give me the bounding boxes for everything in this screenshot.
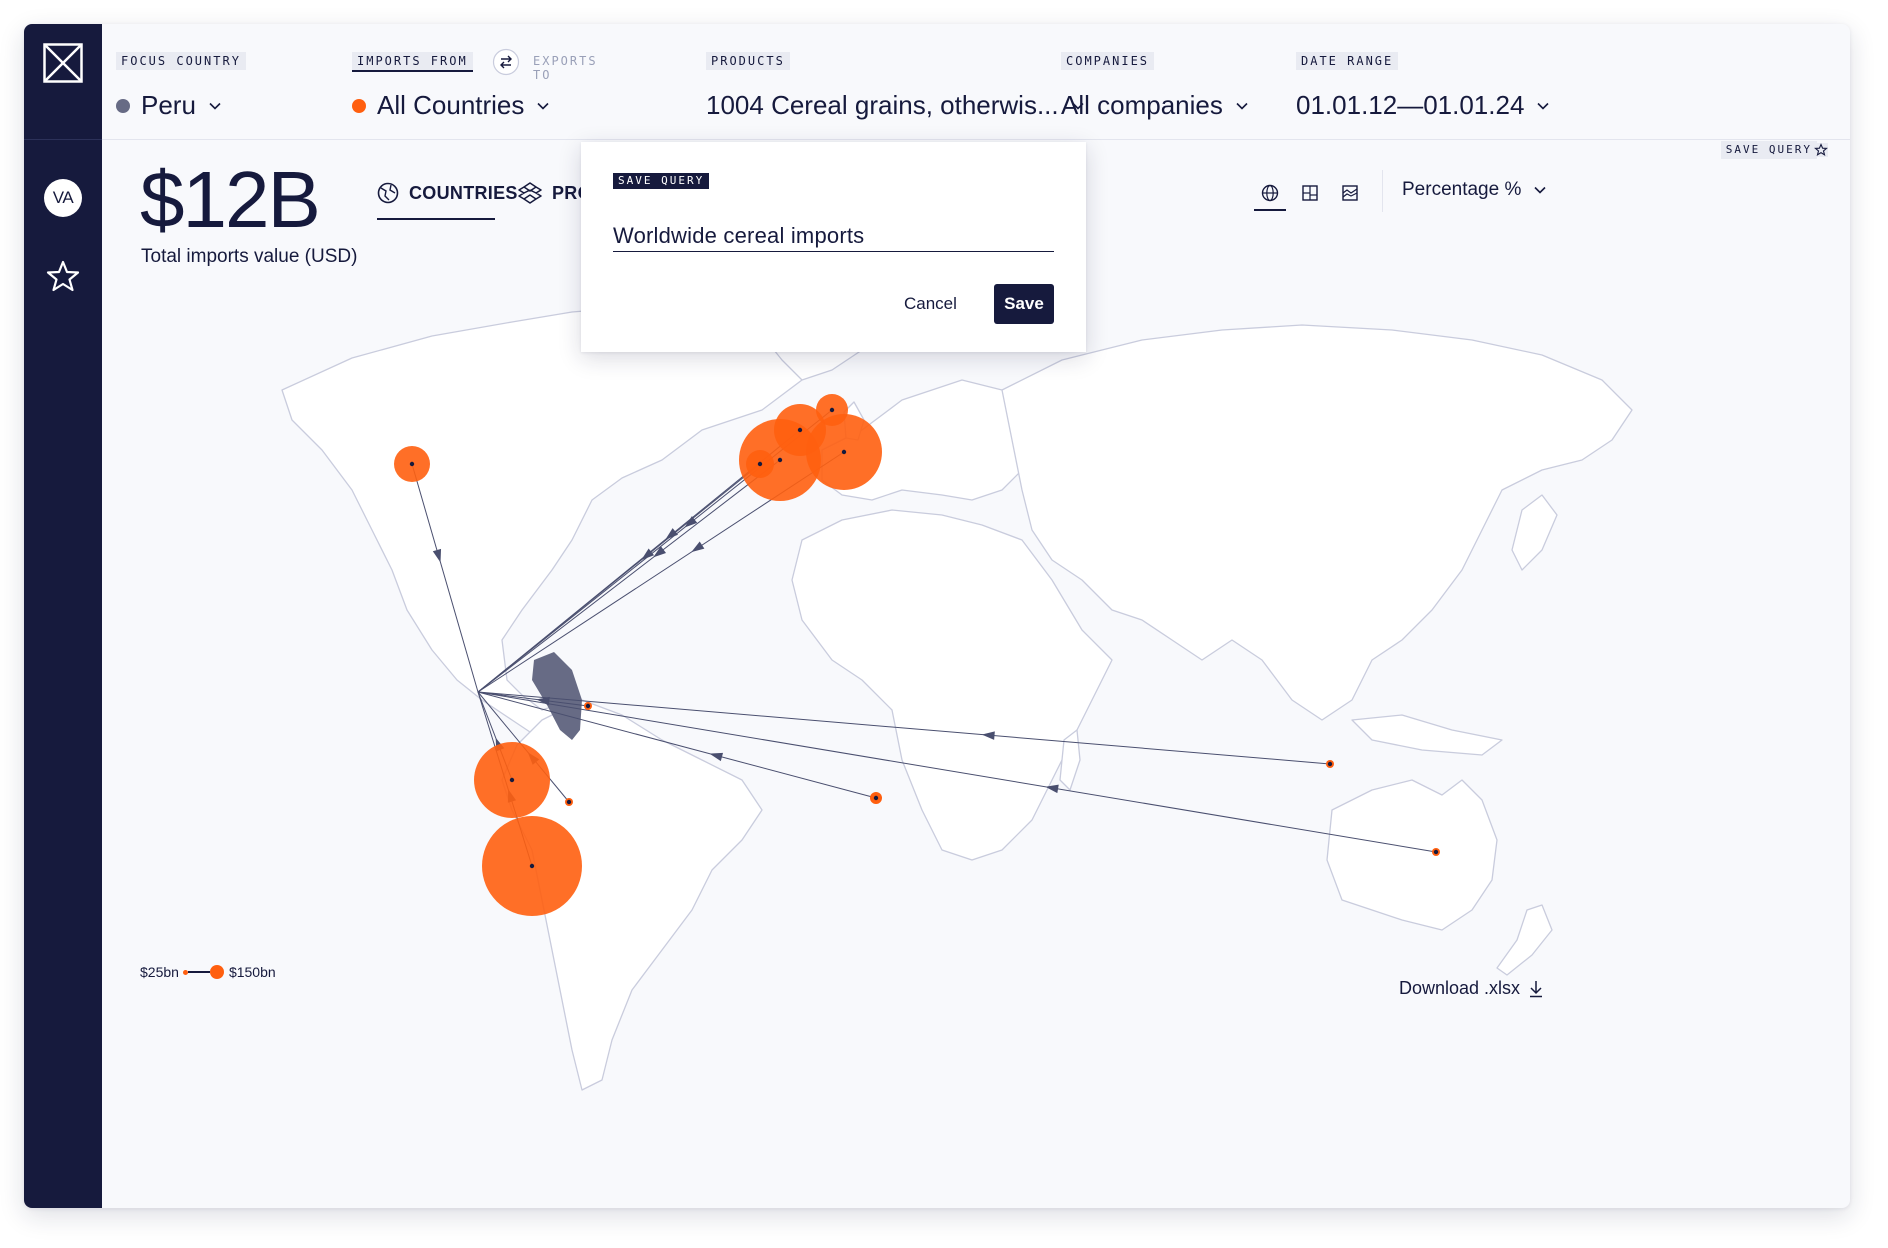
companies-value: All companies	[1061, 90, 1223, 120]
bubble-center	[1433, 849, 1439, 855]
active-view-indicator	[1254, 209, 1286, 211]
date-range-filter[interactable]: DATE RANGE 01.01.12—01.01.24	[1296, 52, 1549, 120]
chevron-down-icon	[1534, 186, 1546, 194]
area-chart-view-icon[interactable]	[1336, 179, 1364, 207]
metric-value: Percentage %	[1402, 179, 1522, 200]
imports-from-filter[interactable]: IMPORTS FROM EXPORTS TO All Countries	[352, 48, 596, 120]
save-query-label: SAVE QUERY	[1720, 141, 1817, 159]
companies-filter[interactable]: COMPANIES All companies	[1061, 52, 1248, 120]
chevron-down-icon	[1537, 102, 1549, 110]
sidebar-divider	[24, 139, 102, 140]
controls-divider	[1382, 170, 1383, 212]
products-icon	[518, 182, 542, 204]
legend-min-label: $25bn	[140, 964, 179, 980]
total-value: $12B	[140, 155, 321, 244]
swap-icon[interactable]	[492, 48, 520, 76]
date-range-value: 01.01.12—01.01.24	[1296, 90, 1525, 120]
bubble-center	[829, 407, 835, 413]
australia	[1326, 779, 1498, 931]
japan	[1511, 494, 1558, 571]
bubble-center	[841, 449, 847, 455]
sidebar: VA	[24, 24, 102, 1208]
chevron-down-icon	[1236, 102, 1248, 110]
globe-countries-icon	[377, 182, 399, 204]
download-icon	[1530, 980, 1543, 997]
products-filter[interactable]: PRODUCTS 1004 Cereal grains, otherwis...	[706, 52, 1084, 120]
metric-select[interactable]: Percentage %	[1402, 179, 1547, 201]
bubble-center	[797, 427, 803, 433]
imports-dot	[352, 98, 366, 113]
logo-icon[interactable]	[43, 43, 83, 83]
treemap-view-icon[interactable]	[1296, 179, 1324, 207]
download-xlsx-button[interactable]: Download .xlsx	[1399, 978, 1544, 999]
products-value: 1004 Cereal grains, otherwis...	[706, 90, 1059, 120]
filter-label: FOCUS COUNTRY	[116, 52, 246, 70]
filter-label: PRODUCTS	[706, 52, 790, 70]
query-name-input[interactable]	[613, 220, 1054, 252]
modal-title-tag: SAVE QUERY	[613, 173, 710, 189]
star-icon[interactable]	[44, 257, 82, 295]
save-query-modal: SAVE QUERY Cancel Save	[581, 142, 1086, 352]
chevron-down-icon	[209, 102, 221, 110]
indonesia	[1351, 714, 1503, 756]
bubble-center	[585, 703, 591, 709]
total-label: Total imports value (USD)	[141, 246, 358, 267]
legend-max-label: $150bn	[228, 964, 276, 980]
imports-from-select[interactable]: All Countries	[352, 90, 550, 121]
flow-arrow	[709, 752, 724, 762]
bubble-center	[873, 795, 879, 801]
star-icon	[1814, 143, 1828, 157]
focus-country-select[interactable]: Peru	[116, 90, 222, 121]
bubble-center	[509, 777, 515, 783]
globe-view-icon[interactable]	[1256, 179, 1284, 207]
tab-countries-label: COUNTRIES	[409, 182, 518, 203]
filter-label: DATE RANGE	[1296, 52, 1399, 70]
bubble-center	[566, 799, 572, 805]
products-select[interactable]: 1004 Cereal grains, otherwis...	[706, 90, 1085, 121]
filter-label: COMPANIES	[1061, 52, 1155, 70]
imports-from-value: All Countries	[377, 90, 525, 120]
active-tab-indicator	[377, 218, 495, 220]
cancel-button[interactable]: Cancel	[904, 294, 957, 314]
chevron-down-icon	[537, 102, 549, 110]
bubble-center	[1327, 761, 1333, 767]
new-zealand	[1496, 904, 1553, 976]
save-query-button[interactable]: SAVE QUERY	[1720, 141, 1828, 159]
focus-country-value: Peru	[141, 90, 196, 120]
bubble-center	[777, 457, 783, 463]
exports-to-tab[interactable]: EXPORTS TO	[528, 52, 603, 84]
download-label: Download .xlsx	[1399, 978, 1521, 998]
focus-country-filter[interactable]: FOCUS COUNTRY Peru	[116, 52, 246, 120]
companies-select[interactable]: All companies	[1061, 90, 1249, 121]
imports-from-tab[interactable]: IMPORTS FROM	[352, 52, 473, 72]
flow-arrow	[1045, 784, 1059, 794]
avatar[interactable]: VA	[44, 179, 82, 217]
date-range-select[interactable]: 01.01.12—01.01.24	[1296, 90, 1550, 121]
app-window: VA FOCUS COUNTRY Peru IMPORTS FROM EXPOR…	[24, 24, 1850, 1208]
focus-dot	[116, 98, 130, 113]
bubble-center	[529, 863, 535, 869]
legend-line	[187, 971, 210, 973]
flow-arrow	[691, 541, 705, 553]
legend-max-dot	[209, 965, 224, 979]
bubble-center	[757, 461, 763, 467]
tab-countries[interactable]: COUNTRIES	[377, 182, 518, 204]
bubble-center	[409, 461, 415, 467]
save-button[interactable]: Save	[994, 284, 1054, 324]
bubble-size-legend: $25bn $150bn	[140, 964, 276, 980]
